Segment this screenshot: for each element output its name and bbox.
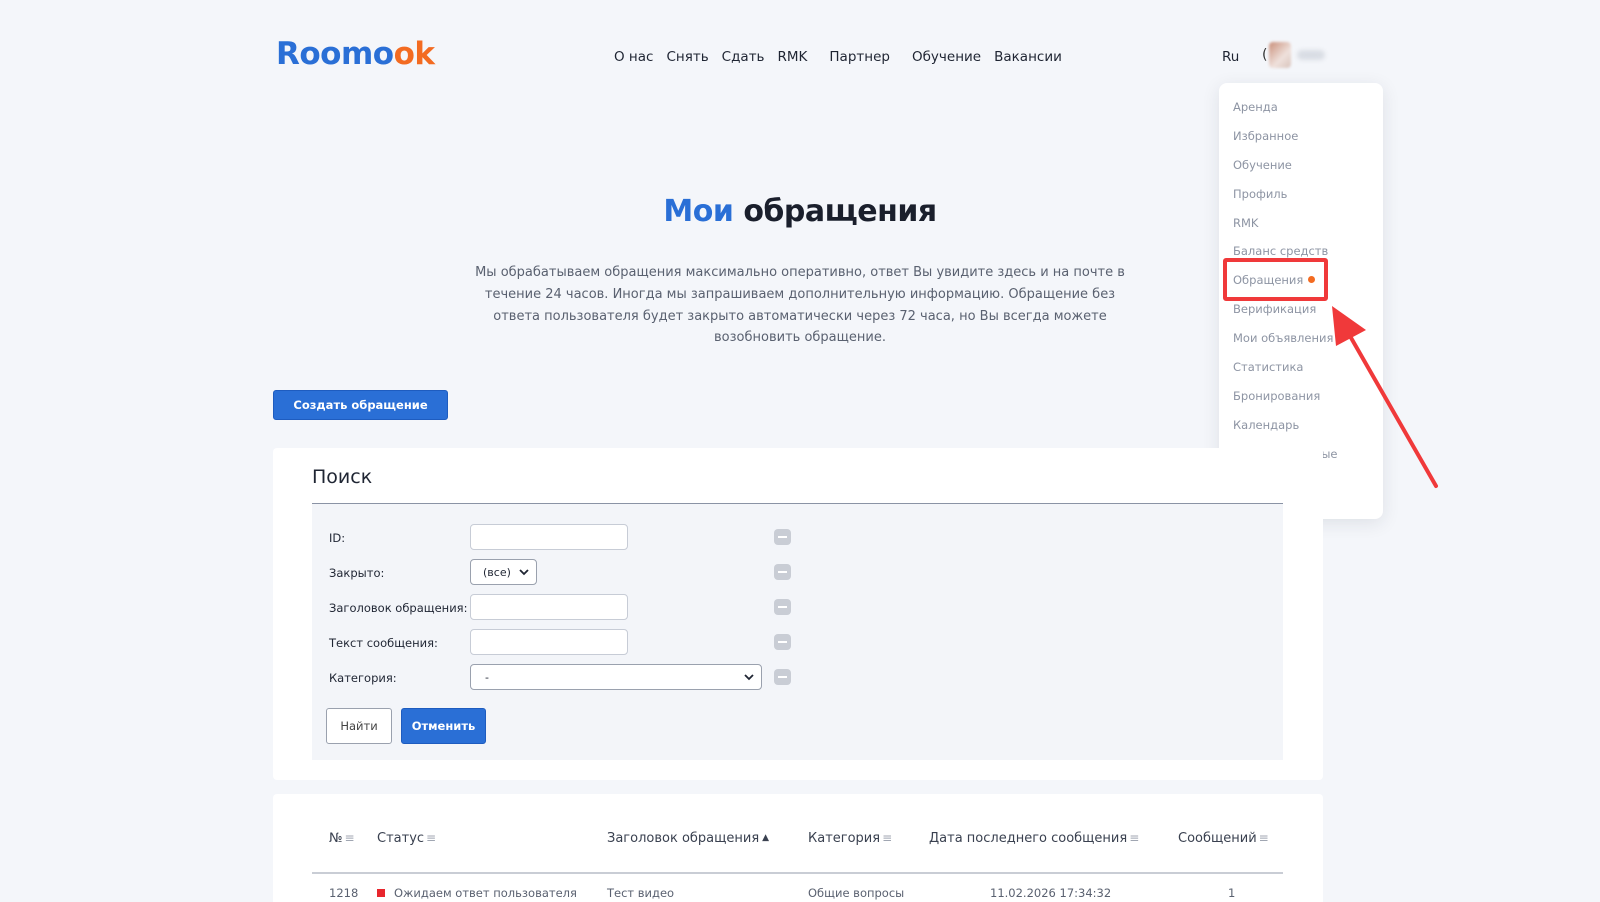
page-title-part2: обращения bbox=[743, 194, 937, 229]
status-indicator bbox=[377, 889, 385, 897]
sort-icon: ≡ bbox=[1129, 831, 1140, 845]
menu-item-bookings[interactable]: Бронирования bbox=[1219, 382, 1383, 411]
chevron-down-icon bbox=[519, 569, 529, 576]
roomook-logo[interactable]: Roomook bbox=[276, 36, 435, 72]
filter-row-category: Категория: - bbox=[312, 664, 812, 692]
cell-subject[interactable]: Тест видео bbox=[607, 886, 674, 900]
column-header-last-date[interactable]: Дата последнего сообщения ≡ bbox=[929, 831, 1139, 846]
nav-about[interactable]: О нас bbox=[614, 49, 653, 65]
chevron-down-icon bbox=[744, 674, 754, 681]
category-select-value: - bbox=[485, 670, 489, 684]
remove-filter-icon[interactable] bbox=[774, 634, 791, 650]
filter-row-closed: Закрыто: (все) bbox=[312, 559, 812, 587]
filter-row-message: Текст сообщения: bbox=[312, 629, 812, 657]
menu-item-calendar[interactable]: Календарь bbox=[1219, 411, 1383, 440]
search-panel: Поиск ID: Закрыто: (все) Заголовок обращ… bbox=[273, 448, 1323, 780]
menu-item-statistics[interactable]: Статистика bbox=[1219, 353, 1383, 382]
filter-row-id: ID: bbox=[312, 524, 812, 552]
subject-input[interactable] bbox=[470, 594, 628, 620]
user-menu-toggle[interactable]: ( bbox=[1262, 42, 1326, 68]
page-title: Мои обращения bbox=[0, 194, 1600, 229]
filter-row-subject: Заголовок обращения: bbox=[312, 594, 812, 622]
menu-item-education[interactable]: Обучение bbox=[1219, 151, 1383, 180]
category-select[interactable]: - bbox=[470, 664, 762, 690]
language-switcher[interactable]: Ru bbox=[1222, 49, 1239, 65]
cell-category: Общие вопросы bbox=[808, 886, 905, 900]
cell-id[interactable]: 1218 bbox=[329, 886, 358, 900]
cell-status: Ожидаем ответ пользователя bbox=[377, 886, 577, 900]
remove-filter-icon[interactable] bbox=[774, 564, 791, 580]
nav-education[interactable]: Обучение bbox=[912, 49, 981, 65]
remove-filter-icon[interactable] bbox=[774, 529, 791, 545]
notification-dot bbox=[1308, 276, 1316, 284]
menu-item-verification[interactable]: Верификация bbox=[1219, 295, 1383, 324]
search-title: Поиск bbox=[312, 466, 373, 488]
cell-status-label: Ожидаем ответ пользователя bbox=[394, 886, 577, 900]
remove-filter-icon[interactable] bbox=[774, 669, 791, 685]
sort-icon: ≡ bbox=[1258, 831, 1269, 845]
sort-ascending-icon: ▲ bbox=[762, 833, 770, 843]
sort-icon: ≡ bbox=[426, 831, 437, 845]
column-last-date-label: Дата последнего сообщения bbox=[929, 831, 1128, 846]
sort-icon: ≡ bbox=[882, 831, 893, 845]
nav-rent[interactable]: Снять bbox=[666, 49, 708, 65]
filter-label-message: Текст сообщения: bbox=[329, 636, 438, 650]
menu-item-favorites[interactable]: Избранное bbox=[1219, 122, 1383, 151]
user-avatar bbox=[1269, 42, 1292, 68]
column-header-category[interactable]: Категория ≡ bbox=[808, 831, 892, 846]
page-title-part1: Мои bbox=[663, 194, 734, 229]
menu-item-balance[interactable]: Баланс средств bbox=[1219, 237, 1383, 266]
column-header-messages[interactable]: Сообщений ≡ bbox=[1178, 831, 1269, 846]
nav-partner[interactable]: Партнер bbox=[829, 49, 890, 65]
filter-label-subject: Заголовок обращения: bbox=[329, 601, 468, 615]
message-input[interactable] bbox=[470, 629, 628, 655]
cell-messages: 1 bbox=[1228, 886, 1236, 900]
menu-item-tickets[interactable]: Обращения bbox=[1219, 266, 1383, 295]
id-input[interactable] bbox=[470, 524, 628, 550]
column-category-label: Категория bbox=[808, 831, 881, 846]
column-header-subject[interactable]: Заголовок обращения ▲ bbox=[607, 831, 769, 846]
table-header: № ≡ Статус ≡ Заголовок обращения ▲ Категори… bbox=[312, 794, 1283, 874]
closed-select[interactable]: (все) bbox=[470, 559, 537, 585]
table-row[interactable]: 1218 Ожидаем ответ пользователя Тест вид… bbox=[312, 876, 1283, 902]
logo-text-part2: ok bbox=[393, 36, 435, 72]
column-header-id[interactable]: № ≡ bbox=[329, 831, 355, 846]
column-messages-label: Сообщений bbox=[1178, 831, 1257, 846]
menu-item-tickets-label: Обращения bbox=[1233, 273, 1304, 288]
closed-select-value: (все) bbox=[483, 565, 511, 579]
avatar-paren: ( bbox=[1262, 47, 1268, 63]
logo-text-part1: Roomo bbox=[276, 36, 394, 72]
main-nav: О нас Снять Сдать RMK Партнер Обучение В… bbox=[614, 49, 1075, 65]
cell-last-date: 11.02.2026 17:34:32 bbox=[990, 886, 1112, 900]
nav-lease[interactable]: Сдать bbox=[722, 49, 765, 65]
filter-label-category: Категория: bbox=[329, 671, 397, 685]
user-name-blurred bbox=[1297, 50, 1326, 60]
filter-label-id: ID: bbox=[329, 531, 346, 545]
column-header-status[interactable]: Статус ≡ bbox=[377, 831, 436, 846]
menu-item-my-listings[interactable]: Мои объявления bbox=[1219, 324, 1383, 353]
filter-label-closed: Закрыто: bbox=[329, 566, 385, 580]
column-status-label: Статус bbox=[377, 831, 425, 846]
column-subject-label: Заголовок обращения bbox=[607, 831, 760, 846]
site-header: Roomook О нас Снять Сдать RMK Партнер Об… bbox=[0, 0, 1600, 90]
cancel-button[interactable]: Отменить bbox=[401, 708, 486, 744]
search-form: ID: Закрыто: (все) Заголовок обращения: … bbox=[312, 503, 1283, 760]
create-ticket-button[interactable]: Создать обращение bbox=[273, 390, 448, 420]
column-id-label: № bbox=[329, 831, 343, 846]
remove-filter-icon[interactable] bbox=[774, 599, 791, 615]
tickets-table: № ≡ Статус ≡ Заголовок обращения ▲ Категори… bbox=[273, 794, 1323, 902]
find-button[interactable]: Найти bbox=[326, 708, 392, 744]
sort-icon: ≡ bbox=[344, 831, 355, 845]
nav-rmk[interactable]: RMK bbox=[778, 49, 808, 65]
page-intro-text: Мы обрабатываем обращения максимально оп… bbox=[475, 265, 1125, 346]
menu-item-rental[interactable]: Аренда bbox=[1219, 93, 1383, 122]
nav-vacancies[interactable]: Вакансии bbox=[994, 49, 1062, 65]
